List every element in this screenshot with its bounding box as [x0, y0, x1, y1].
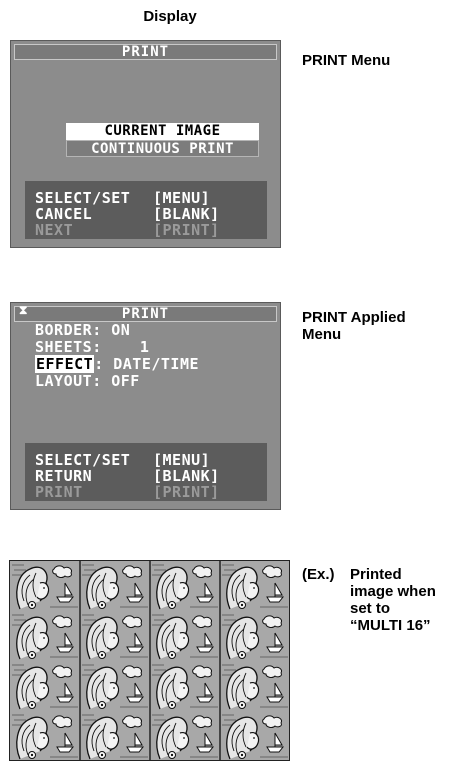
footer-row: RETURN	[35, 467, 93, 485]
screen-title: PRINT	[14, 306, 277, 322]
printed-image-multi16	[9, 560, 290, 761]
option-current-image[interactable]: CURRENT IMAGE	[66, 123, 259, 140]
multi16-illustration	[10, 561, 289, 760]
footer-row: [MENU]	[153, 189, 211, 207]
display-heading: Display	[143, 8, 197, 25]
setting-row[interactable]: BORDER: ON	[35, 322, 130, 338]
footer-row: SELECT/SET	[35, 451, 131, 469]
example-description: Printed image when set to “MULTI 16”	[350, 566, 436, 634]
print-menu-screen: PRINT CURRENT IMAGE CONTINUOUS PRINT SEL…	[10, 40, 281, 248]
print-applied-screen: PRINT ⧗ BORDER: ON SHEETS: 1 EFFECT: DAT…	[10, 302, 281, 510]
footer-row: [BLANK]	[153, 467, 220, 485]
screen-title: PRINT	[14, 44, 277, 60]
footer-row: [MENU]	[153, 451, 211, 469]
footer-row: CANCEL	[35, 205, 93, 223]
setting-row[interactable]: LAYOUT: OFF	[35, 373, 140, 389]
footer-row: SELECT/SET	[35, 189, 131, 207]
footer-row: [PRINT]	[153, 483, 220, 501]
hourglass-icon: ⧗	[19, 303, 28, 317]
example-label: (Ex.) Printed image when set to “MULTI 1…	[302, 566, 436, 634]
selected-setting[interactable]: EFFECT	[35, 355, 95, 373]
footer-row: [PRINT]	[153, 221, 220, 239]
footer-row: [BLANK]	[153, 205, 220, 223]
option-continuous-print[interactable]: CONTINUOUS PRINT	[66, 140, 259, 157]
footer-row: NEXT	[35, 221, 74, 239]
setting-row[interactable]: EFFECT: DATE/TIME	[35, 355, 199, 373]
print-menu-label: PRINT Menu	[302, 52, 391, 69]
footer-row: PRINT	[35, 483, 83, 501]
print-applied-label: PRINT Applied Menu	[302, 309, 406, 343]
setting-row[interactable]: SHEETS: 1	[35, 339, 149, 355]
example-prefix: (Ex.)	[302, 566, 335, 583]
